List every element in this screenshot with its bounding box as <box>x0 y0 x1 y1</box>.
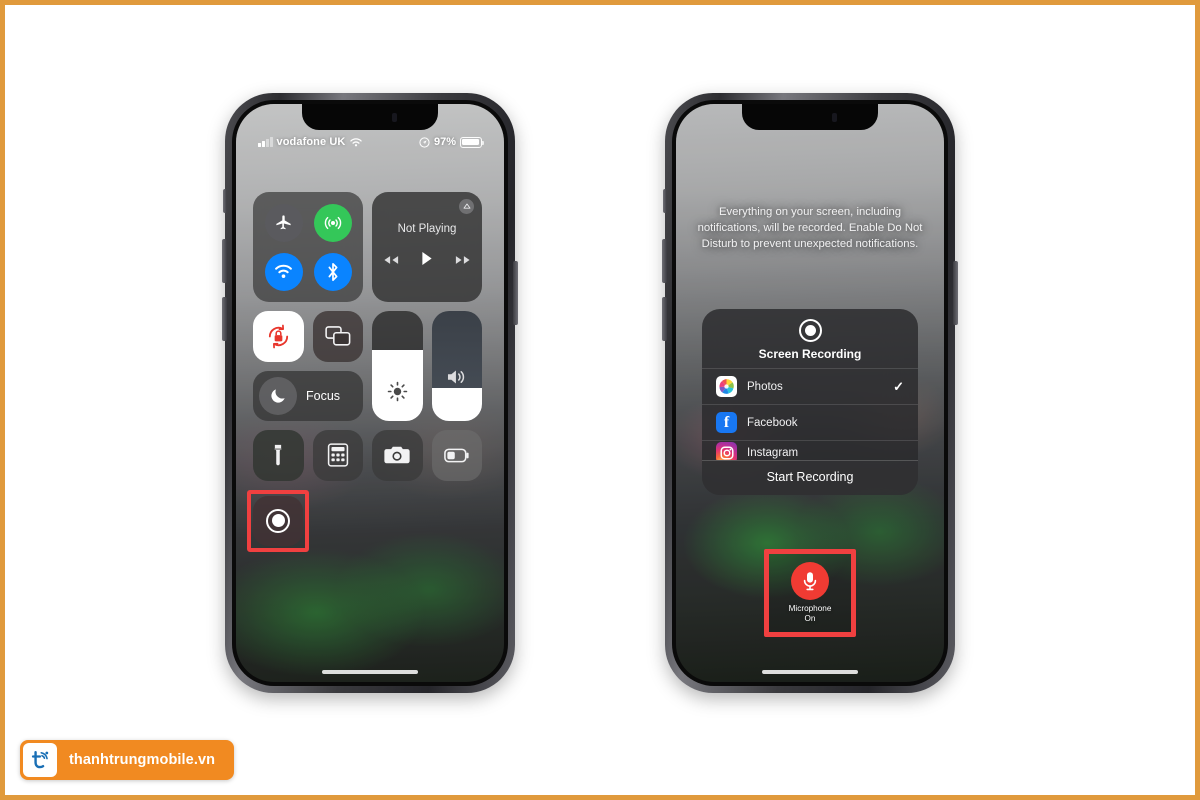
watermark-brand-label: thanhtrungmobile.vn <box>69 752 216 768</box>
brightness-slider[interactable] <box>372 311 423 421</box>
app-name: Photos <box>747 380 783 393</box>
silent-switch[interactable] <box>663 189 667 213</box>
notch <box>302 104 438 130</box>
page-root: vodafone UK 97% Not Playing Focus Everyt… <box>0 0 1200 800</box>
screen-record-button[interactable] <box>253 495 303 546</box>
status-bar: vodafone UK 97% <box>236 132 504 152</box>
airplane-mode-button[interactable] <box>264 203 303 242</box>
camera-icon <box>384 446 410 464</box>
media-controls <box>383 251 471 271</box>
home-indicator[interactable] <box>762 670 858 674</box>
low-power-mode-button[interactable] <box>431 430 482 481</box>
front-camera-icon <box>831 112 837 122</box>
app-name: Facebook <box>747 416 798 429</box>
flashlight-button[interactable] <box>253 430 304 481</box>
power-button[interactable] <box>953 261 958 325</box>
sheet-title: Screen Recording <box>758 347 862 361</box>
rewind-icon[interactable] <box>383 252 399 270</box>
camera-button[interactable] <box>372 430 423 481</box>
control-center-row-1: Not Playing <box>253 192 487 302</box>
t-signal-logo-icon <box>23 743 57 777</box>
control-center: Not Playing Focus <box>247 192 487 552</box>
carrier-label: vodafone UK <box>276 136 346 148</box>
control-center-row-3 <box>253 430 487 481</box>
front-camera-icon <box>391 112 397 122</box>
phone-right-screen: Everything on your screen, including not… <box>676 104 944 682</box>
airplane-icon <box>276 215 291 230</box>
focus-label: Focus <box>306 388 341 403</box>
phone-right: Everything on your screen, including not… <box>662 93 958 693</box>
speaker-icon <box>446 368 467 391</box>
battery-low-icon <box>443 448 469 463</box>
start-recording-button[interactable]: Start Recording <box>702 460 918 495</box>
facebook-app-icon: f <box>716 412 737 433</box>
rotation-lock-button[interactable] <box>253 311 304 362</box>
volume-down-button[interactable] <box>662 297 667 341</box>
media-title: Not Playing <box>397 223 457 235</box>
screen-mirroring-button[interactable] <box>312 311 363 362</box>
brightness-icon <box>387 381 408 407</box>
play-icon[interactable] <box>421 251 433 271</box>
microphone-label-line2: On <box>804 614 816 623</box>
home-indicator[interactable] <box>322 670 418 674</box>
recording-notice-text: Everything on your screen, including not… <box>697 206 923 251</box>
screen-recording-sheet: Screen Recording Photos ✓ f Facebook Ins… <box>702 309 918 495</box>
airplay-icon[interactable] <box>459 199 474 214</box>
screen-record-highlight-wrap <box>247 489 309 552</box>
wifi-icon <box>350 137 363 146</box>
record-circle-icon <box>798 319 822 342</box>
rotation-lock-icon <box>268 324 288 349</box>
notch <box>742 104 878 130</box>
microphone-label-line1: Microphone <box>788 604 832 613</box>
photos-app-icon <box>716 376 737 397</box>
battery-percent-label: 97% <box>433 136 456 148</box>
control-center-row-4 <box>247 489 487 552</box>
battery-full-icon <box>460 136 485 148</box>
record-circle-icon <box>266 508 290 533</box>
silent-switch[interactable] <box>223 189 227 213</box>
phone-left-bezel: vodafone UK 97% Not Playing Focus <box>232 100 508 686</box>
fast-forward-icon[interactable] <box>455 252 471 270</box>
sheet-header: Screen Recording <box>702 309 918 368</box>
microphone-highlight-wrap: Microphone On <box>764 549 856 637</box>
list-item-instagram[interactable]: Instagram <box>702 440 918 460</box>
location-arrow-icon <box>419 136 430 148</box>
power-button[interactable] <box>513 261 518 325</box>
volume-down-button[interactable] <box>222 297 227 341</box>
media-player-tile[interactable]: Not Playing <box>372 192 482 302</box>
calculator-icon <box>327 443 348 467</box>
microphone-icon <box>791 562 829 600</box>
volume-slider[interactable] <box>431 311 482 421</box>
wifi-button[interactable] <box>264 252 303 291</box>
volume-up-button[interactable] <box>662 239 667 283</box>
cellular-tower-icon <box>324 216 341 229</box>
bluetooth-icon <box>328 262 337 281</box>
screen-mirroring-icon <box>325 326 351 346</box>
focus-button[interactable]: Focus <box>253 370 363 421</box>
phone-left: vodafone UK 97% Not Playing Focus <box>222 93 518 693</box>
destination-list: Photos ✓ f Facebook Instagram <box>702 368 918 460</box>
cellular-signal-icon <box>258 137 273 147</box>
phone-left-screen: vodafone UK 97% Not Playing Focus <box>236 104 504 682</box>
watermark-badge: thanhtrungmobile.vn <box>20 740 235 780</box>
calculator-button[interactable] <box>312 430 363 481</box>
control-center-mid-left: Focus <box>253 311 363 421</box>
flashlight-icon <box>274 445 282 466</box>
control-center-row-2: Focus <box>253 311 487 421</box>
list-item-photos[interactable]: Photos ✓ <box>702 368 918 404</box>
volume-fill <box>431 388 482 421</box>
volume-up-button[interactable] <box>222 239 227 283</box>
instagram-app-icon <box>716 442 737 460</box>
phone-right-bezel: Everything on your screen, including not… <box>672 100 948 686</box>
moon-icon <box>259 376 297 415</box>
microphone-button[interactable]: Microphone On <box>769 554 851 632</box>
list-item-facebook[interactable]: f Facebook <box>702 404 918 440</box>
cellular-data-button[interactable] <box>313 203 352 242</box>
checkmark-icon: ✓ <box>893 378 904 394</box>
microphone-label: Microphone On <box>789 604 832 624</box>
bluetooth-button[interactable] <box>313 252 352 291</box>
connectivity-tile <box>253 192 363 302</box>
wifi-icon <box>275 264 292 278</box>
app-name: Instagram <box>747 446 799 459</box>
